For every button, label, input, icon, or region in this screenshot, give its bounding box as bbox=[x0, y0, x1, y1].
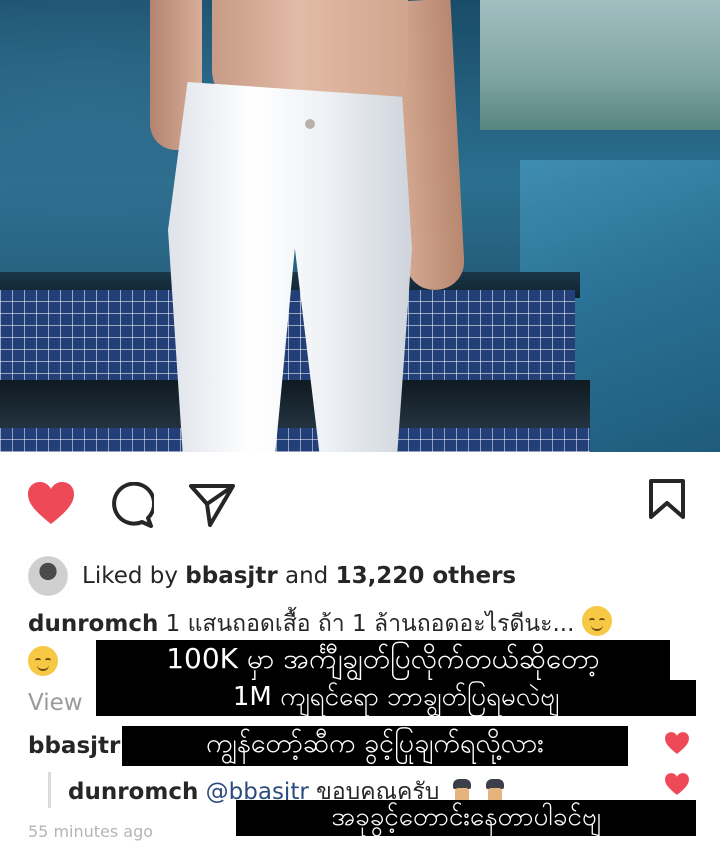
pool-step bbox=[0, 380, 590, 430]
comment-row: bbasjtr bbox=[28, 733, 120, 759]
save-button[interactable] bbox=[648, 478, 686, 520]
liked-by-count[interactable]: 13,220 others bbox=[336, 563, 517, 589]
send-icon bbox=[189, 484, 235, 527]
subtitle-overlay-1: 100K မှာ အင်္ကျီချွတ်ပြလိုက်တယ်ဆိုတော့ bbox=[96, 640, 670, 682]
liked-by-and: and bbox=[284, 563, 329, 589]
reply-like-button[interactable] bbox=[664, 772, 690, 800]
liked-by-text: Liked by bbasjtr and 13,220 others bbox=[82, 563, 516, 589]
subtitle-overlay-3: ကျွန်တော့်ဆီက ခွင့်ပြုချက်ရလို့လား bbox=[122, 726, 628, 766]
pool-tiles-lower bbox=[0, 428, 590, 452]
liked-by-row[interactable]: Liked by bbasjtr and 13,220 others bbox=[28, 556, 516, 596]
caption-text: 1 แสนถอดเสื้อ ถ้า 1 ล้านถอดอะไรดีนะ... bbox=[165, 611, 575, 637]
timestamp: 55 minutes ago bbox=[28, 822, 154, 841]
share-button[interactable] bbox=[188, 482, 236, 528]
subtitle-overlay-2: 1M ကျရင်ရော ဘာချွတ်ပြရမလဲဗျ bbox=[96, 680, 696, 716]
heart-icon bbox=[665, 773, 689, 795]
heart-icon bbox=[665, 732, 689, 754]
view-comments-link[interactable]: View bbox=[28, 690, 83, 716]
liked-by-user[interactable]: bbasjtr bbox=[185, 563, 277, 589]
caption: dunromch 1 แสนถอดเสื้อ ถ้า 1 ล้านถอดอะไร… bbox=[28, 606, 718, 642]
heart-icon bbox=[28, 482, 74, 524]
reply-thread-line bbox=[48, 772, 51, 808]
comment-icon bbox=[112, 482, 154, 528]
comment-username[interactable]: bbasjtr bbox=[28, 733, 120, 759]
like-button[interactable] bbox=[26, 480, 76, 526]
comment-like-button[interactable] bbox=[664, 731, 690, 759]
relieved-face-emoji-icon bbox=[581, 606, 612, 636]
caption-username[interactable]: dunromch bbox=[28, 611, 158, 637]
background-window bbox=[480, 0, 720, 130]
relieved-face-emoji-icon bbox=[28, 646, 58, 676]
avatar[interactable] bbox=[28, 556, 68, 596]
comment-button[interactable] bbox=[108, 482, 154, 528]
subtitle-overlay-4: အခုခွင့်တောင်းနေတာပါခင်ဗျ bbox=[236, 800, 696, 836]
bookmark-icon bbox=[649, 479, 685, 519]
liked-by-prefix: Liked by bbox=[82, 563, 178, 589]
action-bar bbox=[0, 470, 720, 540]
post-photo[interactable] bbox=[0, 0, 720, 452]
reply-username[interactable]: dunromch bbox=[68, 779, 198, 805]
caption-emoji-line bbox=[28, 646, 58, 676]
pants-button bbox=[305, 119, 315, 129]
